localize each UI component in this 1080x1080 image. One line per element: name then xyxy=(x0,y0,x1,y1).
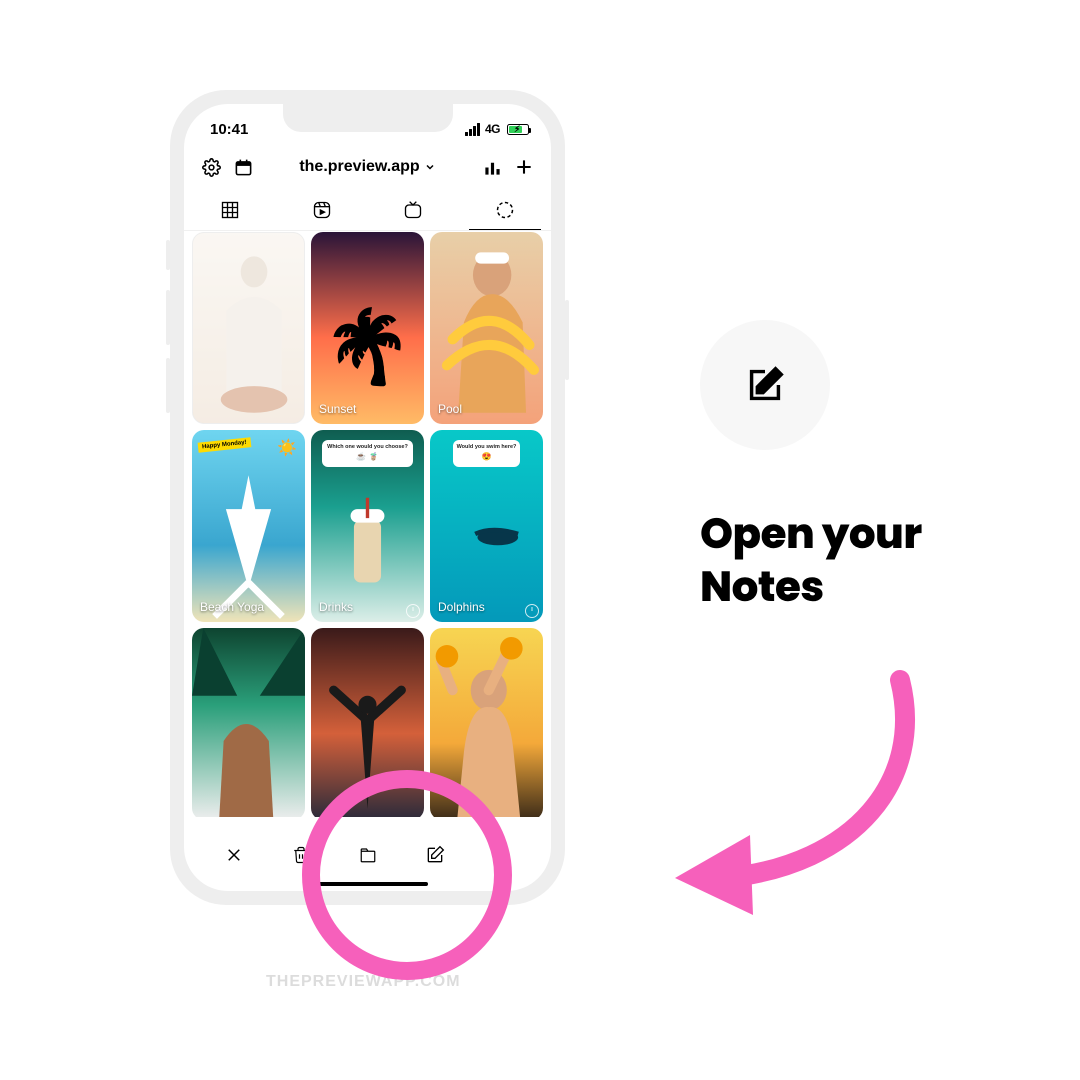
action-toolbar xyxy=(184,831,551,875)
story-card[interactable] xyxy=(311,628,424,817)
story-card[interactable]: Happy Monday! ☀️ Beach Yoga xyxy=(192,430,305,622)
arrow-icon xyxy=(655,660,955,920)
add-button[interactable] xyxy=(511,154,537,180)
phone-side-button xyxy=(166,358,170,413)
compose-icon xyxy=(425,845,445,865)
status-time: 10:41 xyxy=(210,121,248,138)
clock-icon xyxy=(406,604,420,618)
photo-placeholder xyxy=(430,628,543,817)
tab-igtv[interactable] xyxy=(368,196,460,224)
phone-side-button xyxy=(166,240,170,270)
headline-line1: Open your xyxy=(700,508,1030,561)
analytics-button[interactable] xyxy=(479,154,505,180)
battery-icon: ⚡︎ xyxy=(507,124,529,135)
phone-side-button xyxy=(166,290,170,345)
grid-icon xyxy=(220,200,240,220)
headline-line2: Notes xyxy=(700,561,1030,614)
card-label: Pool xyxy=(438,402,462,416)
home-indicator xyxy=(308,882,428,886)
story-card[interactable] xyxy=(430,628,543,817)
igtv-icon xyxy=(403,200,423,220)
story-ring-icon xyxy=(495,200,515,220)
photo-placeholder xyxy=(430,430,543,622)
phone-screen: 10:41 4G ⚡︎ the.preview.app xyxy=(184,104,551,891)
tab-reels[interactable] xyxy=(276,196,368,224)
watermark: THEPREVIEWAPP.COM xyxy=(266,973,461,991)
account-name: the.preview.app xyxy=(299,158,419,176)
photo-placeholder xyxy=(192,430,305,622)
delete-button[interactable] xyxy=(287,841,315,869)
trash-icon xyxy=(292,845,310,865)
compose-icon xyxy=(742,362,788,408)
card-label: Sunset xyxy=(319,402,356,416)
photo-placeholder xyxy=(430,232,543,424)
phone-frame: 10:41 4G ⚡︎ the.preview.app xyxy=(170,90,565,905)
callout-panel: Open your Notes xyxy=(700,320,1030,613)
story-card[interactable] xyxy=(192,232,305,424)
close-button[interactable] xyxy=(220,841,248,869)
card-label: Dolphins xyxy=(438,600,485,614)
photo-placeholder xyxy=(192,628,305,817)
photo-placeholder xyxy=(311,628,424,817)
bar-chart-icon xyxy=(483,158,502,177)
tab-grid[interactable] xyxy=(184,196,276,224)
calendar-icon xyxy=(234,158,253,177)
account-selector[interactable]: the.preview.app xyxy=(262,158,473,176)
status-indicators: 4G ⚡︎ xyxy=(465,122,529,136)
photo-placeholder xyxy=(193,233,304,422)
app-header: the.preview.app xyxy=(184,148,551,186)
palm-icon: 🌴 xyxy=(323,304,413,389)
folder-button[interactable] xyxy=(354,841,382,869)
chevron-down-icon xyxy=(424,161,436,173)
phone-notch xyxy=(283,104,453,132)
photo-placeholder xyxy=(311,430,424,622)
close-icon xyxy=(225,846,243,864)
story-card[interactable]: Would you swim here? 😍 Dolphins xyxy=(430,430,543,622)
story-card[interactable]: Pool xyxy=(430,232,543,424)
story-card[interactable] xyxy=(192,628,305,817)
card-label: Beach Yoga xyxy=(200,600,264,614)
clock-icon xyxy=(525,604,539,618)
network-label: 4G xyxy=(485,122,500,136)
story-card[interactable]: 🌴 Sunset xyxy=(311,232,424,424)
callout-headline: Open your Notes xyxy=(700,508,1030,613)
folder-icon xyxy=(358,846,378,864)
tab-stories[interactable] xyxy=(459,196,551,224)
stories-grid: 🌴 Sunset Pool Happy Monday! ☀️ Beach Yog… xyxy=(192,232,543,817)
plus-icon xyxy=(514,157,534,177)
phone-side-button xyxy=(565,300,569,380)
notes-button[interactable] xyxy=(421,841,449,869)
calendar-button[interactable] xyxy=(230,154,256,180)
notes-badge xyxy=(700,320,830,450)
share-icon xyxy=(493,845,511,865)
card-label: Drinks xyxy=(319,600,353,614)
signal-icon xyxy=(465,123,480,136)
reels-icon xyxy=(312,200,332,220)
story-card[interactable]: Which one would you choose? ☕ 🧋 Drinks xyxy=(311,430,424,622)
share-button[interactable] xyxy=(488,841,516,869)
gear-icon xyxy=(202,158,221,177)
content-tabs xyxy=(184,192,551,231)
settings-button[interactable] xyxy=(198,154,224,180)
